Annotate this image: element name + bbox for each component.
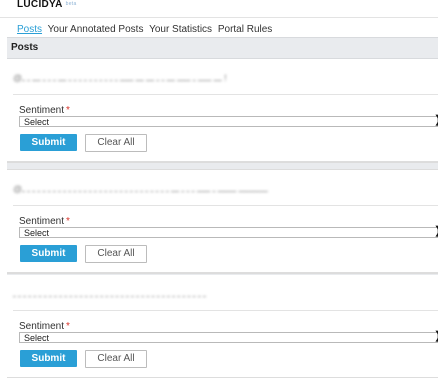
sentiment-label: Sentiment * — [19, 321, 70, 332]
required-mark: * — [66, 105, 70, 116]
top-bar: LUCIDYA beta — [0, 0, 438, 18]
logo-text: LUCIDYA — [17, 0, 63, 10]
tab-your-annotated-posts[interactable]: Your Annotated Posts — [48, 24, 144, 35]
chevron-down-icon: ❯ — [434, 115, 438, 126]
submit-button[interactable]: Submit — [20, 245, 77, 262]
app-logo[interactable]: LUCIDYA beta — [17, 0, 77, 10]
card-separator — [7, 162, 438, 170]
divider — [13, 94, 438, 95]
sentiment-select[interactable]: Select ❯ — [19, 226, 438, 238]
select-value: Select — [24, 228, 50, 238]
logo-badge: beta — [65, 1, 77, 8]
divider — [0, 17, 438, 18]
submit-button[interactable]: Submit — [20, 350, 77, 367]
post-text: @ـــ ـــــ ـ ـــــ ـــ ـ ـ ـــ ـــ ـــــ… — [13, 73, 227, 83]
select-value: Select — [24, 117, 50, 127]
sentiment-label: Sentiment * — [19, 105, 70, 116]
post-card: @ـــ ـــــ ـ ـــــ ـــ ـ ـ ـــ ـــ ـــــ… — [7, 59, 438, 162]
section-title: Posts — [11, 42, 39, 53]
submit-button[interactable]: Submit — [20, 134, 77, 151]
sentiment-label: Sentiment * — [19, 216, 70, 227]
post-card: @ـــــــــــ ـــــــ ـ ـــــ ـ ـ ـ ـــ ـ… — [7, 170, 438, 273]
sentiment-select[interactable]: Select ❯ — [19, 115, 438, 127]
tab-bar: Posts Your Annotated Posts Your Statisti… — [17, 24, 275, 35]
tab-posts[interactable]: Posts — [17, 24, 42, 35]
divider — [13, 310, 438, 311]
clear-all-button[interactable]: Clear All — [85, 134, 147, 152]
post-text: ـ ـ ـ ـ ـ ـ ـ ـ ـ ـ ـ ـ ـ ـ ـ ـ ـ ـ ـ ـ … — [13, 289, 206, 299]
required-mark: * — [66, 216, 70, 227]
post-text: @ـــــــــــ ـــــــ ـ ـــــ ـ ـ ـ ـــ ـ… — [13, 184, 268, 194]
tab-portal-rules[interactable]: Portal Rules — [218, 24, 272, 35]
select-value: Select — [24, 333, 50, 343]
required-mark: * — [66, 321, 70, 332]
section-header: Posts — [7, 37, 438, 59]
divider — [13, 205, 438, 206]
chevron-down-icon: ❯ — [434, 226, 438, 237]
tab-your-statistics[interactable]: Your Statistics — [149, 24, 212, 35]
clear-all-button[interactable]: Clear All — [85, 350, 147, 368]
chevron-down-icon: ❯ — [434, 331, 438, 342]
post-card: ـ ـ ـ ـ ـ ـ ـ ـ ـ ـ ـ ـ ـ ـ ـ ـ ـ ـ ـ ـ … — [7, 275, 438, 378]
clear-all-button[interactable]: Clear All — [85, 245, 147, 263]
sentiment-select[interactable]: Select ❯ — [19, 331, 438, 343]
